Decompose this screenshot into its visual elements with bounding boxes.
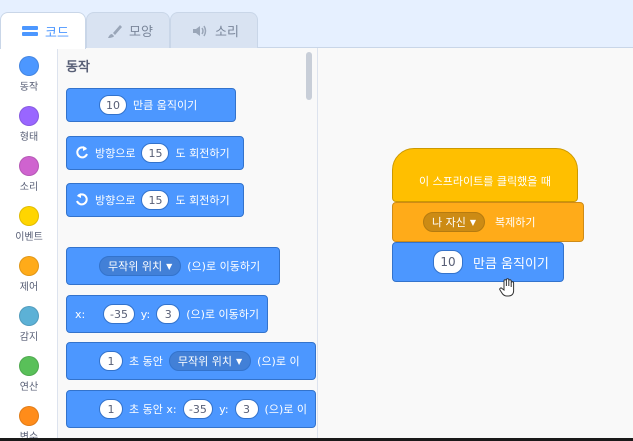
- caret-down-icon: ▼: [235, 356, 243, 366]
- caret-down-icon: ▼: [166, 261, 173, 271]
- tab-bar: 코드 모양 소리: [0, 0, 633, 49]
- category-sound[interactable]: 소리: [0, 156, 58, 193]
- x-input[interactable]: -35: [182, 399, 214, 419]
- block-text: 초 동안 x:: [129, 403, 177, 416]
- turn-left-block[interactable]: 방향으로 15 도 회전하기: [66, 183, 244, 217]
- tab-code[interactable]: 코드: [0, 12, 86, 49]
- category-label: 동작: [19, 82, 39, 93]
- go-to-xy-block[interactable]: x: -35 y: 3 (으)로 이동하기: [66, 295, 268, 333]
- create-clone-block[interactable]: 나 자신 ▼ 복제하기: [392, 202, 584, 242]
- control-color-dot: [19, 256, 39, 276]
- category-label: 소리: [19, 182, 39, 193]
- caret-down-icon: ▼: [469, 217, 477, 227]
- go-to-dropdown[interactable]: 무작위 위치 ▼: [99, 256, 182, 276]
- palette-scrollbar[interactable]: [306, 52, 312, 100]
- degrees-input[interactable]: 15: [141, 190, 170, 210]
- y-input[interactable]: 3: [156, 304, 181, 324]
- variables-color-dot: [19, 406, 39, 426]
- block-text: 도 회전하기: [175, 194, 230, 207]
- steps-input[interactable]: 10: [433, 250, 463, 274]
- looks-color-dot: [19, 106, 39, 126]
- block-text: 도 회전하기: [175, 147, 230, 160]
- y-label: y:: [219, 402, 229, 416]
- x-label: x:: [75, 307, 86, 321]
- category-looks[interactable]: 형태: [0, 106, 58, 143]
- category-operators[interactable]: 연산: [0, 356, 58, 393]
- block-text: 복제하기: [495, 216, 536, 229]
- hat-block-text: 이 스프라이트를 클릭했을 때: [419, 175, 551, 188]
- category-control[interactable]: 제어: [0, 256, 58, 293]
- degrees-input[interactable]: 15: [141, 143, 170, 163]
- category-label: 형태: [19, 132, 39, 143]
- dropdown-value: 무작위 위치: [108, 260, 163, 273]
- rotate-right-icon: [75, 145, 89, 162]
- block-text: (으)로 이동하기: [187, 260, 261, 273]
- dropdown-value: 무작위 위치: [177, 355, 232, 368]
- palette-section-title: 동작: [66, 60, 90, 75]
- category-label: 이벤트: [15, 232, 43, 243]
- script-move-steps-block[interactable]: 10 만큼 움직이기: [392, 242, 564, 282]
- tab-sounds[interactable]: 소리: [170, 12, 258, 48]
- tab-costumes[interactable]: 모양: [86, 12, 170, 48]
- speaker-icon: [191, 24, 209, 38]
- y-label: y:: [140, 307, 151, 321]
- hand-cursor-icon: [498, 278, 516, 302]
- block-text: 만큼 움직이기: [133, 99, 198, 112]
- move-steps-block[interactable]: 10 만큼 움직이기: [66, 88, 236, 122]
- category-sensing[interactable]: 감지: [0, 306, 58, 343]
- seconds-input[interactable]: 1: [99, 351, 123, 371]
- y-input[interactable]: 3: [234, 399, 259, 419]
- glide-to-xy-block[interactable]: 1 초 동안 x: -35 y: 3 (으)로 이: [66, 390, 316, 428]
- block-text: 방향으로: [95, 194, 136, 207]
- seconds-input[interactable]: 1: [99, 399, 123, 419]
- rotate-left-icon: [75, 192, 89, 209]
- block-text: 만큼 움직이기: [473, 256, 549, 272]
- when-sprite-clicked-block[interactable]: 이 스프라이트를 클릭했을 때: [392, 148, 578, 202]
- tab-sounds-label: 소리: [215, 25, 239, 40]
- category-motion[interactable]: 동작: [0, 56, 58, 93]
- glide-dropdown[interactable]: 무작위 위치 ▼: [168, 351, 252, 371]
- block-text: (으)로 이: [257, 355, 300, 368]
- category-menu: 동작 형태 소리 이벤트 제어 감지 연산 변수: [0, 48, 58, 441]
- block-text: (으)로 이동하기: [186, 308, 259, 321]
- category-variables[interactable]: 변수: [0, 406, 58, 441]
- tab-costumes-label: 모양: [129, 25, 153, 40]
- category-events[interactable]: 이벤트: [0, 206, 58, 243]
- category-label: 제어: [19, 282, 39, 293]
- events-color-dot: [19, 206, 39, 226]
- go-to-block[interactable]: 무작위 위치 ▼ (으)로 이동하기: [66, 247, 280, 285]
- category-label: 감지: [19, 332, 39, 343]
- sound-color-dot: [19, 156, 39, 176]
- clone-target-dropdown[interactable]: 나 자신 ▼: [423, 212, 486, 232]
- block-text: 방향으로: [95, 147, 136, 160]
- steps-input[interactable]: 10: [99, 95, 127, 115]
- block-text: (으)로 이: [264, 403, 307, 416]
- block-text: 초 동안: [129, 355, 163, 368]
- dropdown-value: 나 자신: [432, 216, 466, 229]
- motion-color-dot: [19, 56, 39, 76]
- sensing-color-dot: [19, 306, 39, 326]
- x-input[interactable]: -35: [103, 304, 135, 324]
- tab-code-label: 코드: [45, 25, 69, 41]
- operators-color-dot: [19, 356, 39, 376]
- brush-icon: [107, 23, 123, 39]
- code-icon: [21, 24, 39, 38]
- glide-to-block[interactable]: 1 초 동안 무작위 위치 ▼ (으)로 이: [66, 342, 316, 380]
- turn-right-block[interactable]: 방향으로 15 도 회전하기: [66, 136, 244, 170]
- category-label: 연산: [19, 382, 39, 393]
